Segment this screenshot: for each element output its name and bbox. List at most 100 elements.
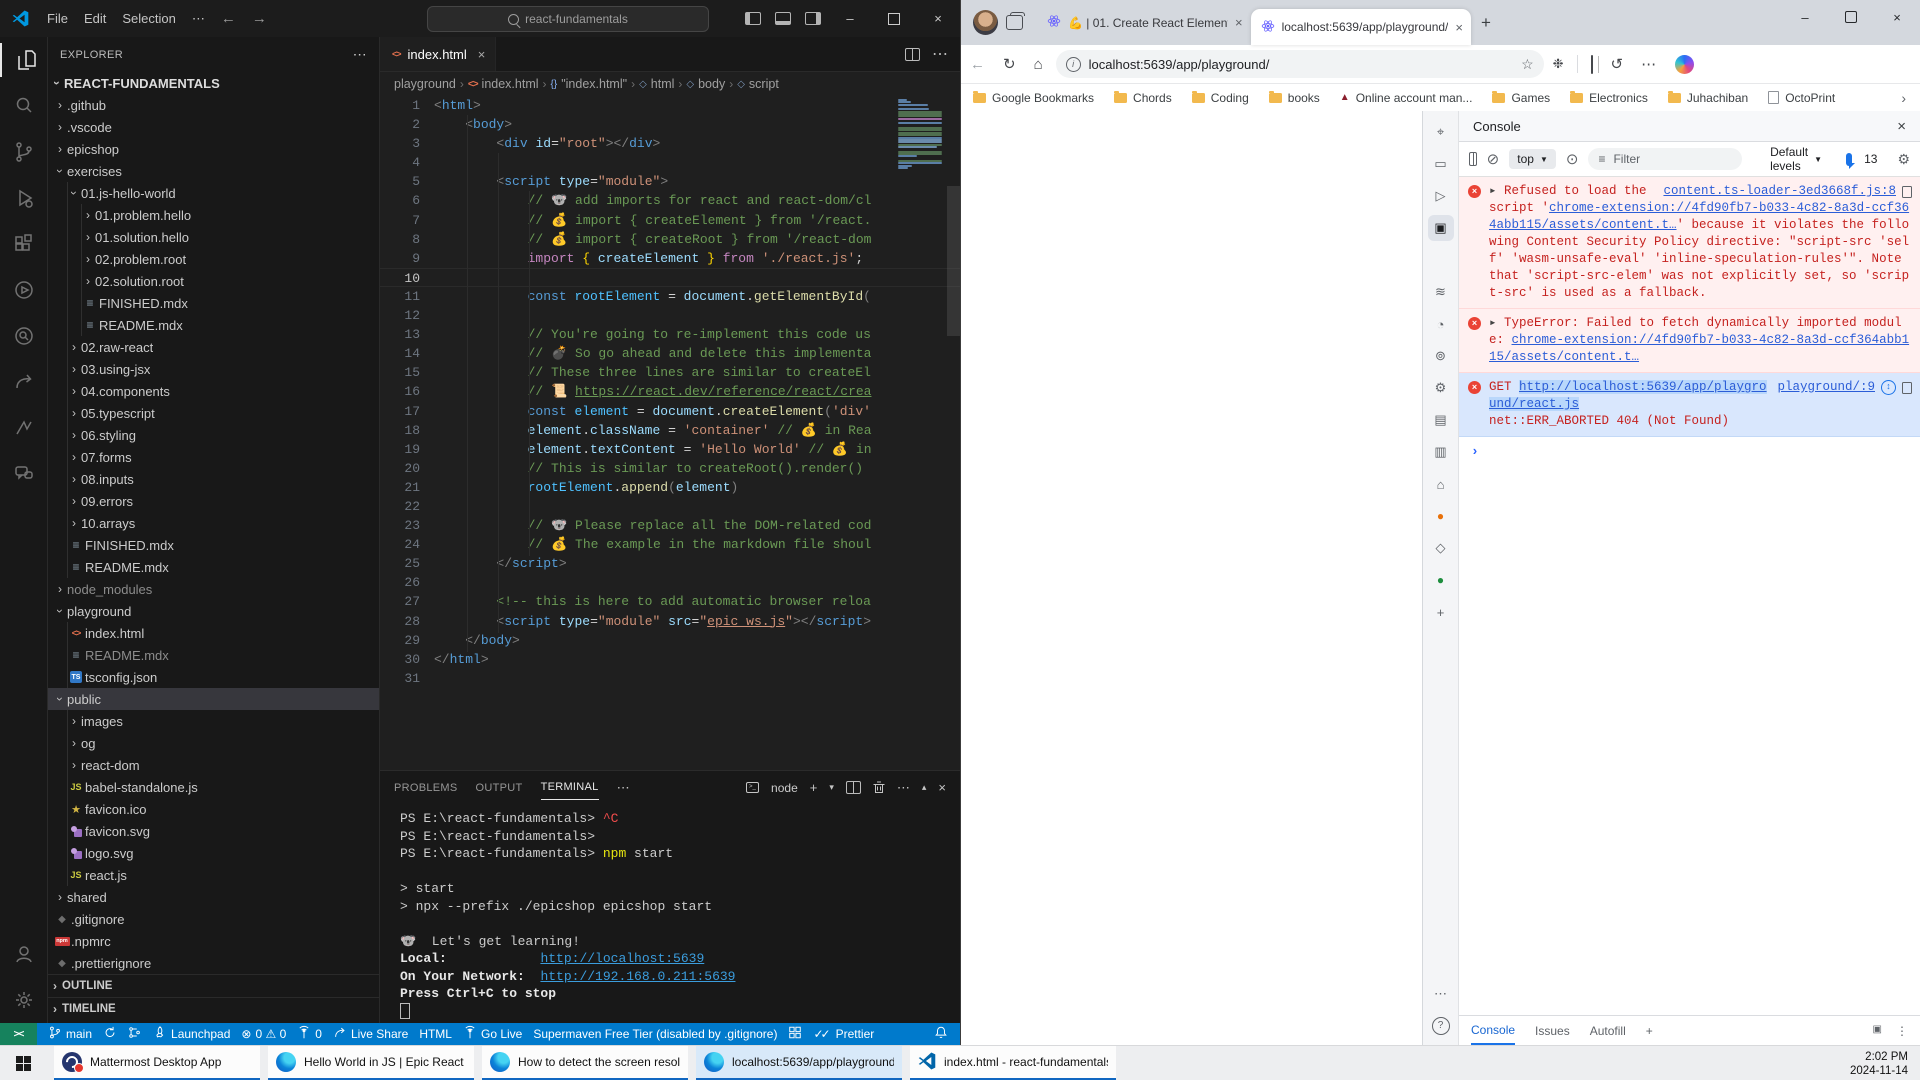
tab-close-icon[interactable]: × <box>1235 15 1243 30</box>
toggle-panel-icon[interactable] <box>775 12 791 25</box>
status-main[interactable]: main <box>48 1025 92 1043</box>
tree-item-03.using-jsx[interactable]: ›03.using-jsx <box>48 358 379 380</box>
help-icon[interactable]: ? <box>1428 1013 1454 1039</box>
menu-edit[interactable]: Edit <box>76 7 114 30</box>
layers-icon[interactable]: ▥ <box>1428 439 1454 465</box>
section-timeline[interactable]: ›TIMELINE <box>48 997 379 1020</box>
breadcrumb-index.html[interactable]: {}"index.html" <box>551 77 628 91</box>
copilot-icon[interactable] <box>1675 55 1694 74</box>
workspaces-icon[interactable] <box>1006 15 1023 30</box>
add-drawer-tab-icon[interactable]: + <box>1646 1024 1653 1038</box>
status-0[interactable]: ⊗0 ⚠ 0 <box>241 1027 286 1041</box>
source-link[interactable]: content.ts-loader-3ed3668f.js:8 <box>1663 183 1896 200</box>
extensions-icon[interactable] <box>0 221 48 267</box>
context-selector[interactable]: top ▼ <box>1509 149 1556 169</box>
shell-label[interactable]: node <box>771 781 798 795</box>
source-link[interactable]: playground/:9 <box>1777 379 1875 396</box>
tree-item-favicon.svg[interactable]: favicon.svg <box>48 820 379 842</box>
status-graph[interactable] <box>128 1025 142 1043</box>
open-in-network-icon[interactable]: ↕ <box>1881 380 1896 395</box>
new-tab-button[interactable]: + <box>1481 13 1491 33</box>
close-panel-icon[interactable]: × <box>938 780 946 795</box>
breadcrumb-script[interactable]: ◇script <box>737 77 779 91</box>
tree-item-react-dom[interactable]: ›react-dom <box>48 754 379 776</box>
collections-icon[interactable]: ❉ <box>1553 56 1564 72</box>
source-control-icon[interactable] <box>0 129 48 175</box>
tree-item-tsconfig.json[interactable]: TStsconfig.json <box>48 666 379 688</box>
minimize-button[interactable]: – <box>828 0 872 37</box>
welcome-icon[interactable]: ▷ <box>1428 183 1454 209</box>
status-live[interactable]: Live Share <box>333 1025 408 1043</box>
console-icon[interactable]: ▣ <box>1428 215 1454 241</box>
live-share-icon[interactable] <box>0 359 48 405</box>
bookmark-chords[interactable]: Chords <box>1114 91 1172 105</box>
browser-close-button[interactable]: × <box>1874 0 1920 34</box>
taskbar-button-3[interactable]: How to detect the screen resoluti... <box>482 1046 688 1080</box>
tree-item-finished.mdx[interactable]: ≡FINISHED.mdx <box>48 292 379 314</box>
inspect-icon[interactable]: ⌖ <box>1428 119 1454 145</box>
status-bell[interactable] <box>934 1025 948 1043</box>
tree-item-06.styling[interactable]: ›06.styling <box>48 424 379 446</box>
code-editor[interactable]: 1<html>2 <body>3 <div id="root"></div>45… <box>380 96 960 770</box>
nav-forward-icon[interactable]: → <box>244 10 275 27</box>
favorites-star-icon[interactable]: ☆ <box>1521 56 1534 73</box>
editor-more-icon[interactable]: ⋯ <box>932 44 948 64</box>
tree-item-.gitignore[interactable]: ◆.gitignore <box>48 908 379 930</box>
tree-item-01.problem.hello[interactable]: ›01.problem.hello <box>48 204 379 226</box>
tree-root[interactable]: › REACT-FUNDAMENTALS <box>48 72 379 94</box>
bookmarks-overflow-icon[interactable]: › <box>1901 90 1906 106</box>
taskbar-button-5[interactable]: index.html - react-fundamentals -... <box>910 1046 1116 1080</box>
panel-tab-problems[interactable]: PROBLEMS <box>394 776 458 800</box>
refresh-icon[interactable]: ↻ <box>1003 55 1016 73</box>
status-launchpad[interactable]: Launchpad <box>153 1025 230 1043</box>
tree-item-09.errors[interactable]: ›09.errors <box>48 490 379 512</box>
home-icon[interactable]: ⌂ <box>1428 471 1454 497</box>
remote-explorer-icon[interactable] <box>0 313 48 359</box>
tree-item-08.inputs[interactable]: ›08.inputs <box>48 468 379 490</box>
extension-badge-icon[interactable] <box>1902 382 1912 394</box>
tree-item-.github[interactable]: ›.github <box>48 94 379 116</box>
minimap[interactable] <box>898 99 944 172</box>
tree-item-nodemodules[interactable]: ›node_modules <box>48 578 379 600</box>
tab-close-icon[interactable]: × <box>478 47 486 62</box>
section-outline[interactable]: ›OUTLINE <box>48 974 379 997</box>
supermaven-icon[interactable] <box>0 405 48 451</box>
tree-item-02.problem.root[interactable]: ›02.problem.root <box>48 248 379 270</box>
toggle-secondary-sidebar-icon[interactable] <box>805 12 821 25</box>
console-prompt[interactable]: › <box>1459 437 1920 460</box>
search-icon[interactable] <box>0 83 48 129</box>
tree-item-.vscode[interactable]: ›.vscode <box>48 116 379 138</box>
performance-icon[interactable]: ◔ <box>1428 311 1454 337</box>
extension-badge-icon[interactable] <box>1902 186 1912 198</box>
split-screen-icon[interactable] <box>1591 56 1593 73</box>
clear-console-icon[interactable]: ⊘ <box>1487 150 1500 168</box>
tree-item-logo.svg[interactable]: logo.svg <box>48 842 379 864</box>
tree-item-.npmrc[interactable]: npm.npmrc <box>48 930 379 952</box>
taskbar-clock[interactable]: 2:02 PM 2024-11-14 <box>1850 1050 1908 1078</box>
tree-item-readme.mdx[interactable]: ≡README.mdx <box>48 644 379 666</box>
bookmark-electronics[interactable]: Electronics <box>1570 91 1648 105</box>
tree-item-readme.mdx[interactable]: ≡README.mdx <box>48 314 379 336</box>
elements-icon[interactable] <box>1428 247 1454 273</box>
page-viewport[interactable] <box>961 111 1423 1045</box>
tree-item-epicshop[interactable]: ›epicshop <box>48 138 379 160</box>
status-html[interactable]: HTML <box>419 1027 452 1041</box>
panel-views-more-icon[interactable]: ⋯ <box>897 780 910 796</box>
more-tools-icon[interactable]: ⋯ <box>1428 981 1454 1007</box>
new-terminal-icon[interactable]: + <box>810 780 818 795</box>
taskbar-button-1[interactable]: Mattermost Desktop App <box>54 1046 260 1080</box>
cookie-icon[interactable]: ● <box>1428 503 1454 529</box>
storage-icon[interactable]: ▤ <box>1428 407 1454 433</box>
split-terminal-icon[interactable] <box>846 781 861 794</box>
drawer-tab-autofill[interactable]: Autofill <box>1590 1018 1626 1044</box>
drawer-tab-console[interactable]: Console <box>1471 1017 1515 1045</box>
tree-item-04.components[interactable]: ›04.components <box>48 380 379 402</box>
message-link[interactable]: http://localhost:5639/app/playground/rea… <box>1489 380 1767 411</box>
tree-item-10.arrays[interactable]: ›10.arrays <box>48 512 379 534</box>
explorer-icon[interactable] <box>0 37 48 83</box>
panel-more-icon[interactable]: ⋯ <box>617 780 630 796</box>
bookmark-octoprint[interactable]: OctoPrint <box>1768 91 1835 105</box>
browser-tab-2[interactable]: localhost:5639/app/playground/× <box>1251 9 1471 45</box>
home-icon[interactable]: ⌂ <box>1034 56 1043 73</box>
taskbar-button-4[interactable]: localhost:5639/app/playground/ a... <box>696 1046 902 1080</box>
